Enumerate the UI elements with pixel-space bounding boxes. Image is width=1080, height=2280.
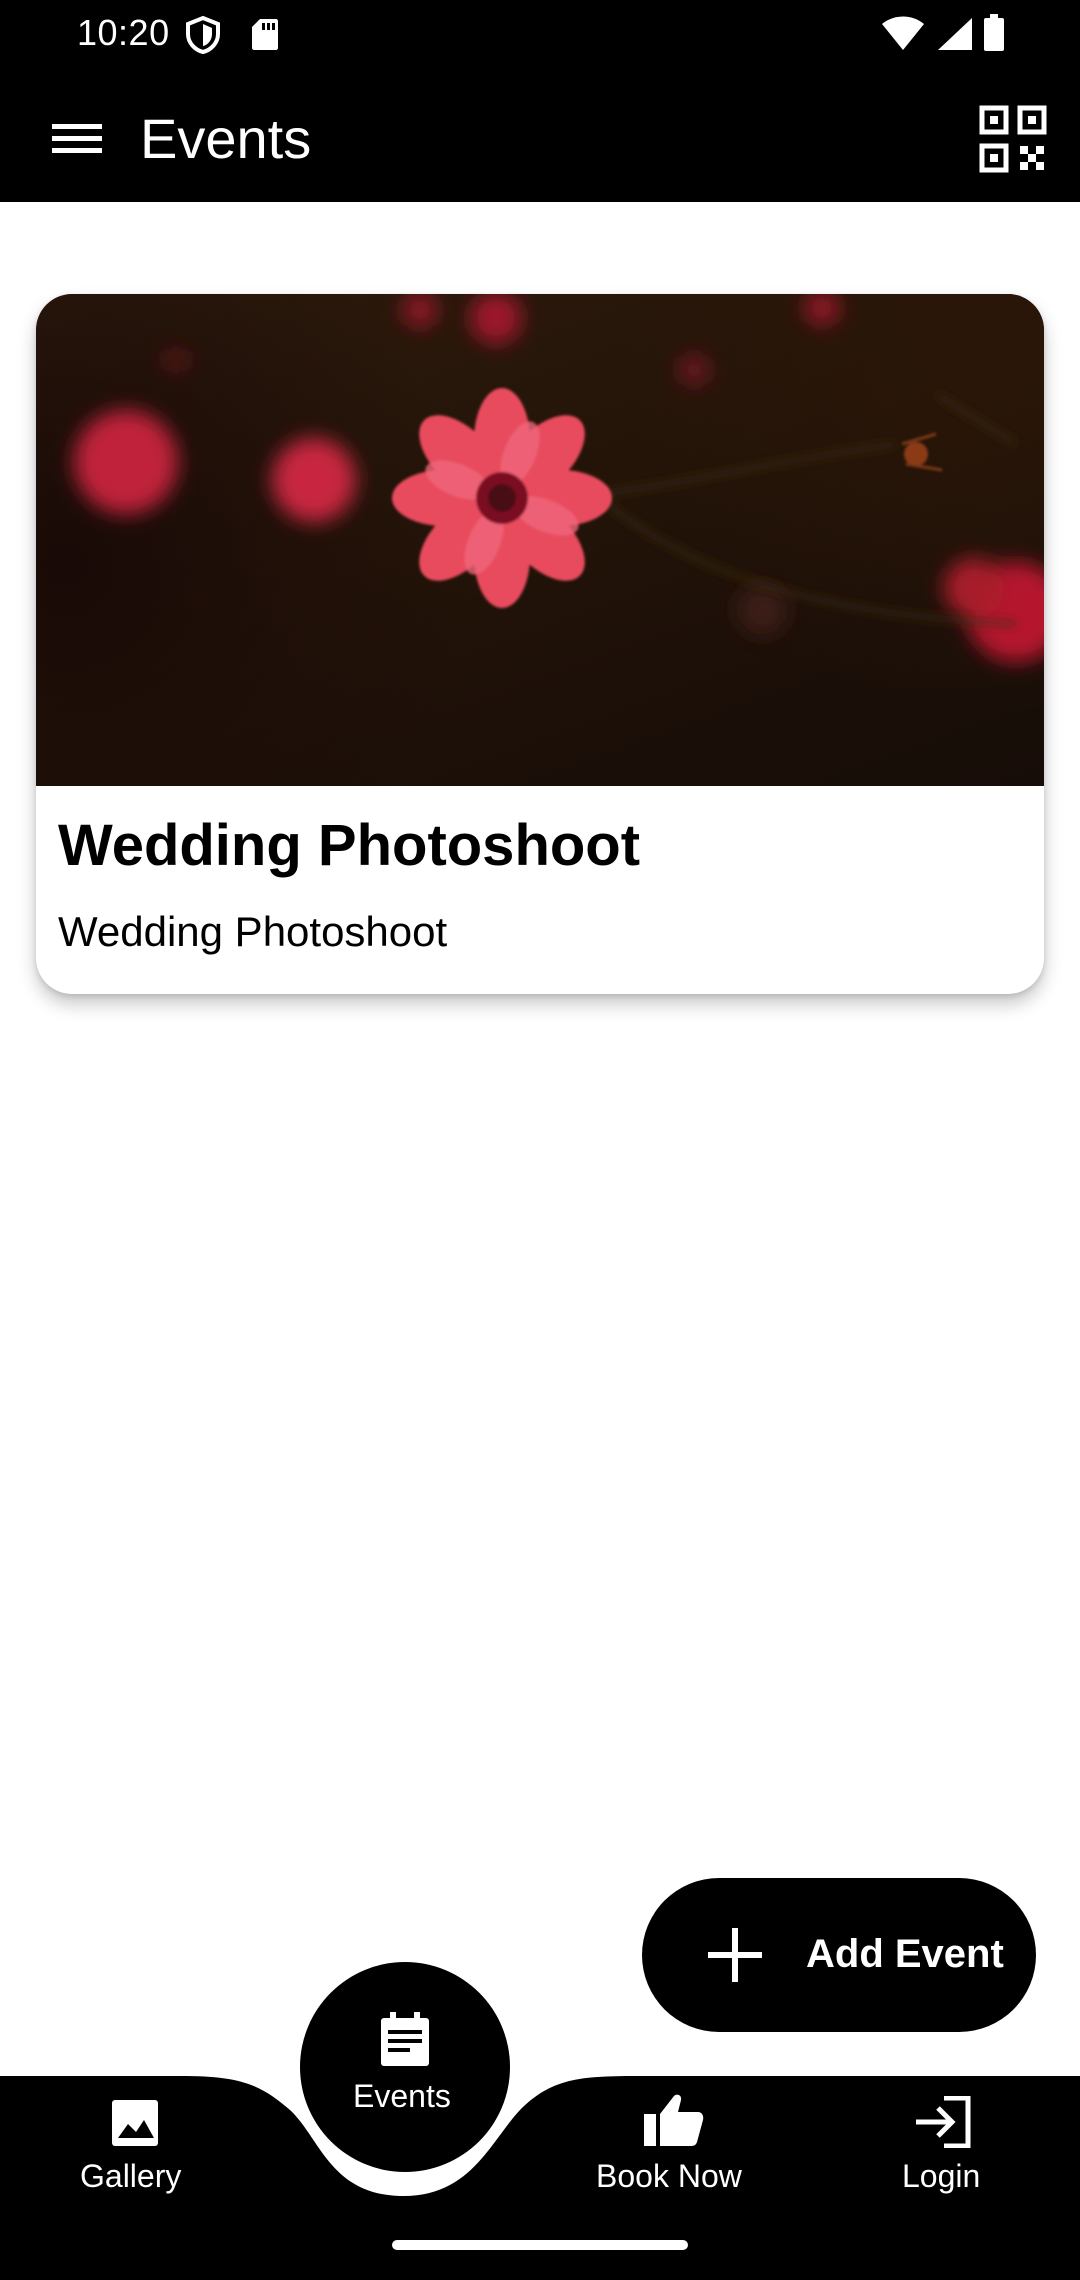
thumb-up-icon bbox=[644, 2094, 704, 2146]
status-bar: 10:20 bbox=[0, 0, 1080, 68]
menu-icon[interactable] bbox=[44, 112, 110, 164]
login-icon bbox=[916, 2096, 971, 2148]
event-title: Wedding Photoshoot bbox=[58, 813, 641, 878]
event-card[interactable]: Wedding Photoshoot Wedding Photoshoot bbox=[36, 294, 1044, 994]
battery-icon bbox=[984, 14, 1004, 51]
nav-item-events[interactable]: Events bbox=[300, 1962, 510, 2172]
event-description: Wedding Photoshoot bbox=[58, 908, 448, 955]
page-title: Events bbox=[140, 107, 312, 170]
status-time: 10:20 bbox=[77, 12, 170, 53]
event-note-icon bbox=[381, 2012, 429, 2066]
nav-label-book-now: Book Now bbox=[596, 2158, 742, 2194]
sd-card-icon bbox=[252, 19, 278, 50]
home-indicator bbox=[392, 2240, 688, 2250]
app-bar: Events bbox=[0, 68, 1080, 202]
event-image bbox=[36, 294, 1044, 786]
wifi-icon bbox=[882, 16, 924, 50]
shield-icon bbox=[186, 16, 220, 54]
nav-label-gallery: Gallery bbox=[80, 2158, 182, 2194]
image-icon bbox=[112, 2100, 158, 2146]
qr-code-scan-icon[interactable] bbox=[978, 104, 1048, 174]
signal-icon bbox=[938, 18, 972, 50]
nav-label-events: Events bbox=[353, 2078, 451, 2114]
nav-label-login: Login bbox=[902, 2158, 981, 2194]
